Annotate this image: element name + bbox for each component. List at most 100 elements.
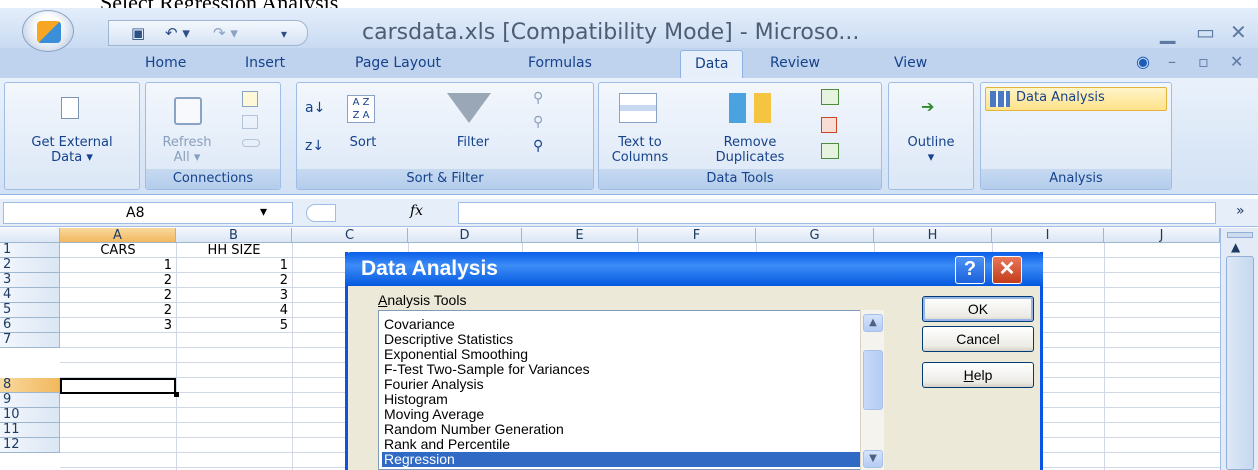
row-header-2[interactable]: 2: [0, 258, 60, 273]
cell-a6[interactable]: 3: [60, 318, 172, 333]
sort-z-a-icon[interactable]: z↓: [305, 139, 324, 154]
undo-icon[interactable]: ↶ ▾: [165, 24, 190, 42]
save-icon[interactable]: ▣: [131, 24, 145, 42]
analysis-tools-list[interactable]: Covariance Descriptive Statistics Expone…: [378, 310, 868, 470]
cell-b2[interactable]: 1: [176, 258, 288, 273]
split-box-icon[interactable]: [1227, 232, 1253, 238]
redo-icon[interactable]: ↷ ▾: [213, 24, 238, 42]
office-button[interactable]: [22, 10, 74, 52]
consolidate-icon[interactable]: [821, 117, 837, 133]
cell-b3[interactable]: 2: [176, 273, 288, 288]
row-header-8[interactable]: 8: [0, 378, 60, 393]
scroll-up-icon[interactable]: ▲: [1231, 240, 1240, 254]
row-header-3[interactable]: 3: [0, 273, 60, 288]
cell-b1[interactable]: HH SIZE: [176, 243, 292, 258]
list-scrollbar[interactable]: ▲ ▼: [860, 310, 884, 470]
active-cell-a8[interactable]: [60, 378, 179, 397]
vertical-scrollbar[interactable]: ▲: [1220, 228, 1258, 470]
expand-formula-bar-icon[interactable]: »: [1236, 203, 1245, 219]
ok-button[interactable]: OK: [922, 296, 1034, 322]
connections-icon[interactable]: [242, 91, 258, 107]
list-item[interactable]: Fourier Analysis: [382, 377, 484, 392]
column-header-h[interactable]: H: [874, 228, 992, 243]
reapply-filter-icon[interactable]: ⚲: [533, 115, 543, 130]
list-item[interactable]: Covariance: [382, 317, 455, 332]
row-header-11[interactable]: 11: [0, 423, 60, 438]
cell-a3[interactable]: 2: [60, 273, 172, 288]
chevron-down-icon[interactable]: ▾: [260, 204, 267, 220]
ribbon-minimize-icon[interactable]: –: [1168, 52, 1176, 71]
scroll-down-icon[interactable]: ▼: [863, 450, 883, 468]
column-header-b[interactable]: B: [176, 228, 292, 243]
column-header-j[interactable]: J: [1104, 228, 1220, 243]
tab-page-layout[interactable]: Page Layout: [355, 55, 441, 71]
column-header-g[interactable]: G: [756, 228, 874, 243]
tab-review[interactable]: Review: [770, 55, 820, 71]
dialog-title-bar[interactable]: Data Analysis ? ✕: [345, 252, 1043, 286]
outline-button[interactable]: Outline ▾: [893, 135, 969, 165]
row-header-7[interactable]: 7: [0, 333, 60, 348]
ribbon-close-icon[interactable]: ✕: [1230, 52, 1243, 71]
dialog-help-icon[interactable]: ?: [955, 256, 985, 284]
data-validation-icon[interactable]: [821, 89, 839, 105]
name-box[interactable]: A8 ▾: [3, 202, 293, 224]
tab-data[interactable]: Data: [680, 50, 744, 80]
column-header-i[interactable]: I: [992, 228, 1104, 243]
refresh-all-button[interactable]: Refresh All ▾: [152, 135, 222, 165]
list-item[interactable]: Descriptive Statistics: [382, 332, 513, 347]
column-header-f[interactable]: F: [638, 228, 756, 243]
get-external-data-button[interactable]: Get External Data ▾: [7, 135, 137, 165]
select-all-corner[interactable]: [0, 228, 60, 243]
row-header-4[interactable]: 4: [0, 288, 60, 303]
cell-a4[interactable]: 2: [60, 288, 172, 303]
help-icon[interactable]: ◉: [1136, 52, 1150, 71]
what-if-analysis-icon[interactable]: [821, 143, 839, 159]
tab-formulas[interactable]: Formulas: [528, 55, 592, 71]
customize-qat-icon[interactable]: ▾: [281, 27, 287, 41]
list-item[interactable]: Moving Average: [382, 407, 484, 422]
column-header-a[interactable]: A: [60, 228, 176, 243]
data-analysis-button[interactable]: Data Analysis: [985, 87, 1167, 111]
clear-filter-icon[interactable]: ⚲: [533, 91, 543, 106]
row-header-9[interactable]: 9: [0, 393, 60, 408]
close-icon[interactable]: ✕: [1230, 20, 1247, 44]
cell-b6[interactable]: 5: [176, 318, 288, 333]
remove-duplicates-button[interactable]: Remove Duplicates: [705, 135, 795, 165]
text-to-columns-button[interactable]: Text to Columns: [605, 135, 675, 165]
properties-icon[interactable]: [242, 115, 258, 129]
cancel-button[interactable]: Cancel: [922, 326, 1034, 352]
filter-button[interactable]: Filter: [443, 135, 503, 150]
row-header-12[interactable]: 12: [0, 438, 60, 453]
list-item[interactable]: Histogram: [382, 392, 448, 407]
tab-view[interactable]: View: [894, 55, 927, 71]
row-header-6[interactable]: 6: [0, 318, 60, 333]
column-header-c[interactable]: C: [292, 228, 408, 243]
ribbon-restore-icon[interactable]: ▫: [1198, 52, 1209, 71]
row-header-10[interactable]: 10: [0, 408, 60, 423]
cell-a5[interactable]: 2: [60, 303, 172, 318]
cell-a1[interactable]: CARS: [60, 243, 176, 258]
list-item[interactable]: Rank and Percentile: [382, 437, 510, 452]
advanced-filter-icon[interactable]: ⚲: [533, 139, 543, 154]
cell-b4[interactable]: 3: [176, 288, 288, 303]
column-header-d[interactable]: D: [408, 228, 522, 243]
sort-button[interactable]: Sort: [343, 135, 383, 150]
list-item[interactable]: Exponential Smoothing: [382, 347, 528, 362]
insert-function-icon[interactable]: fx: [300, 202, 450, 224]
column-header-e[interactable]: E: [522, 228, 638, 243]
maximize-icon[interactable]: ▭: [1196, 20, 1215, 44]
tab-home[interactable]: Home: [145, 55, 186, 71]
sort-a-z-icon[interactable]: a↓: [305, 101, 325, 116]
cell-a2[interactable]: 1: [60, 258, 172, 273]
scrollbar-thumb[interactable]: [1226, 256, 1254, 470]
tab-insert[interactable]: Insert: [245, 55, 285, 71]
minimize-icon[interactable]: ▁: [1160, 20, 1175, 44]
formula-input[interactable]: [458, 202, 1216, 224]
list-scrollbar-thumb[interactable]: [863, 350, 883, 410]
scroll-up-icon[interactable]: ▲: [863, 314, 883, 332]
row-header-1[interactable]: 1: [0, 243, 60, 258]
list-item[interactable]: F-Test Two-Sample for Variances: [382, 362, 590, 377]
list-item-selected[interactable]: Regression: [382, 452, 860, 467]
help-button[interactable]: Help: [922, 362, 1034, 388]
cell-b5[interactable]: 4: [176, 303, 288, 318]
